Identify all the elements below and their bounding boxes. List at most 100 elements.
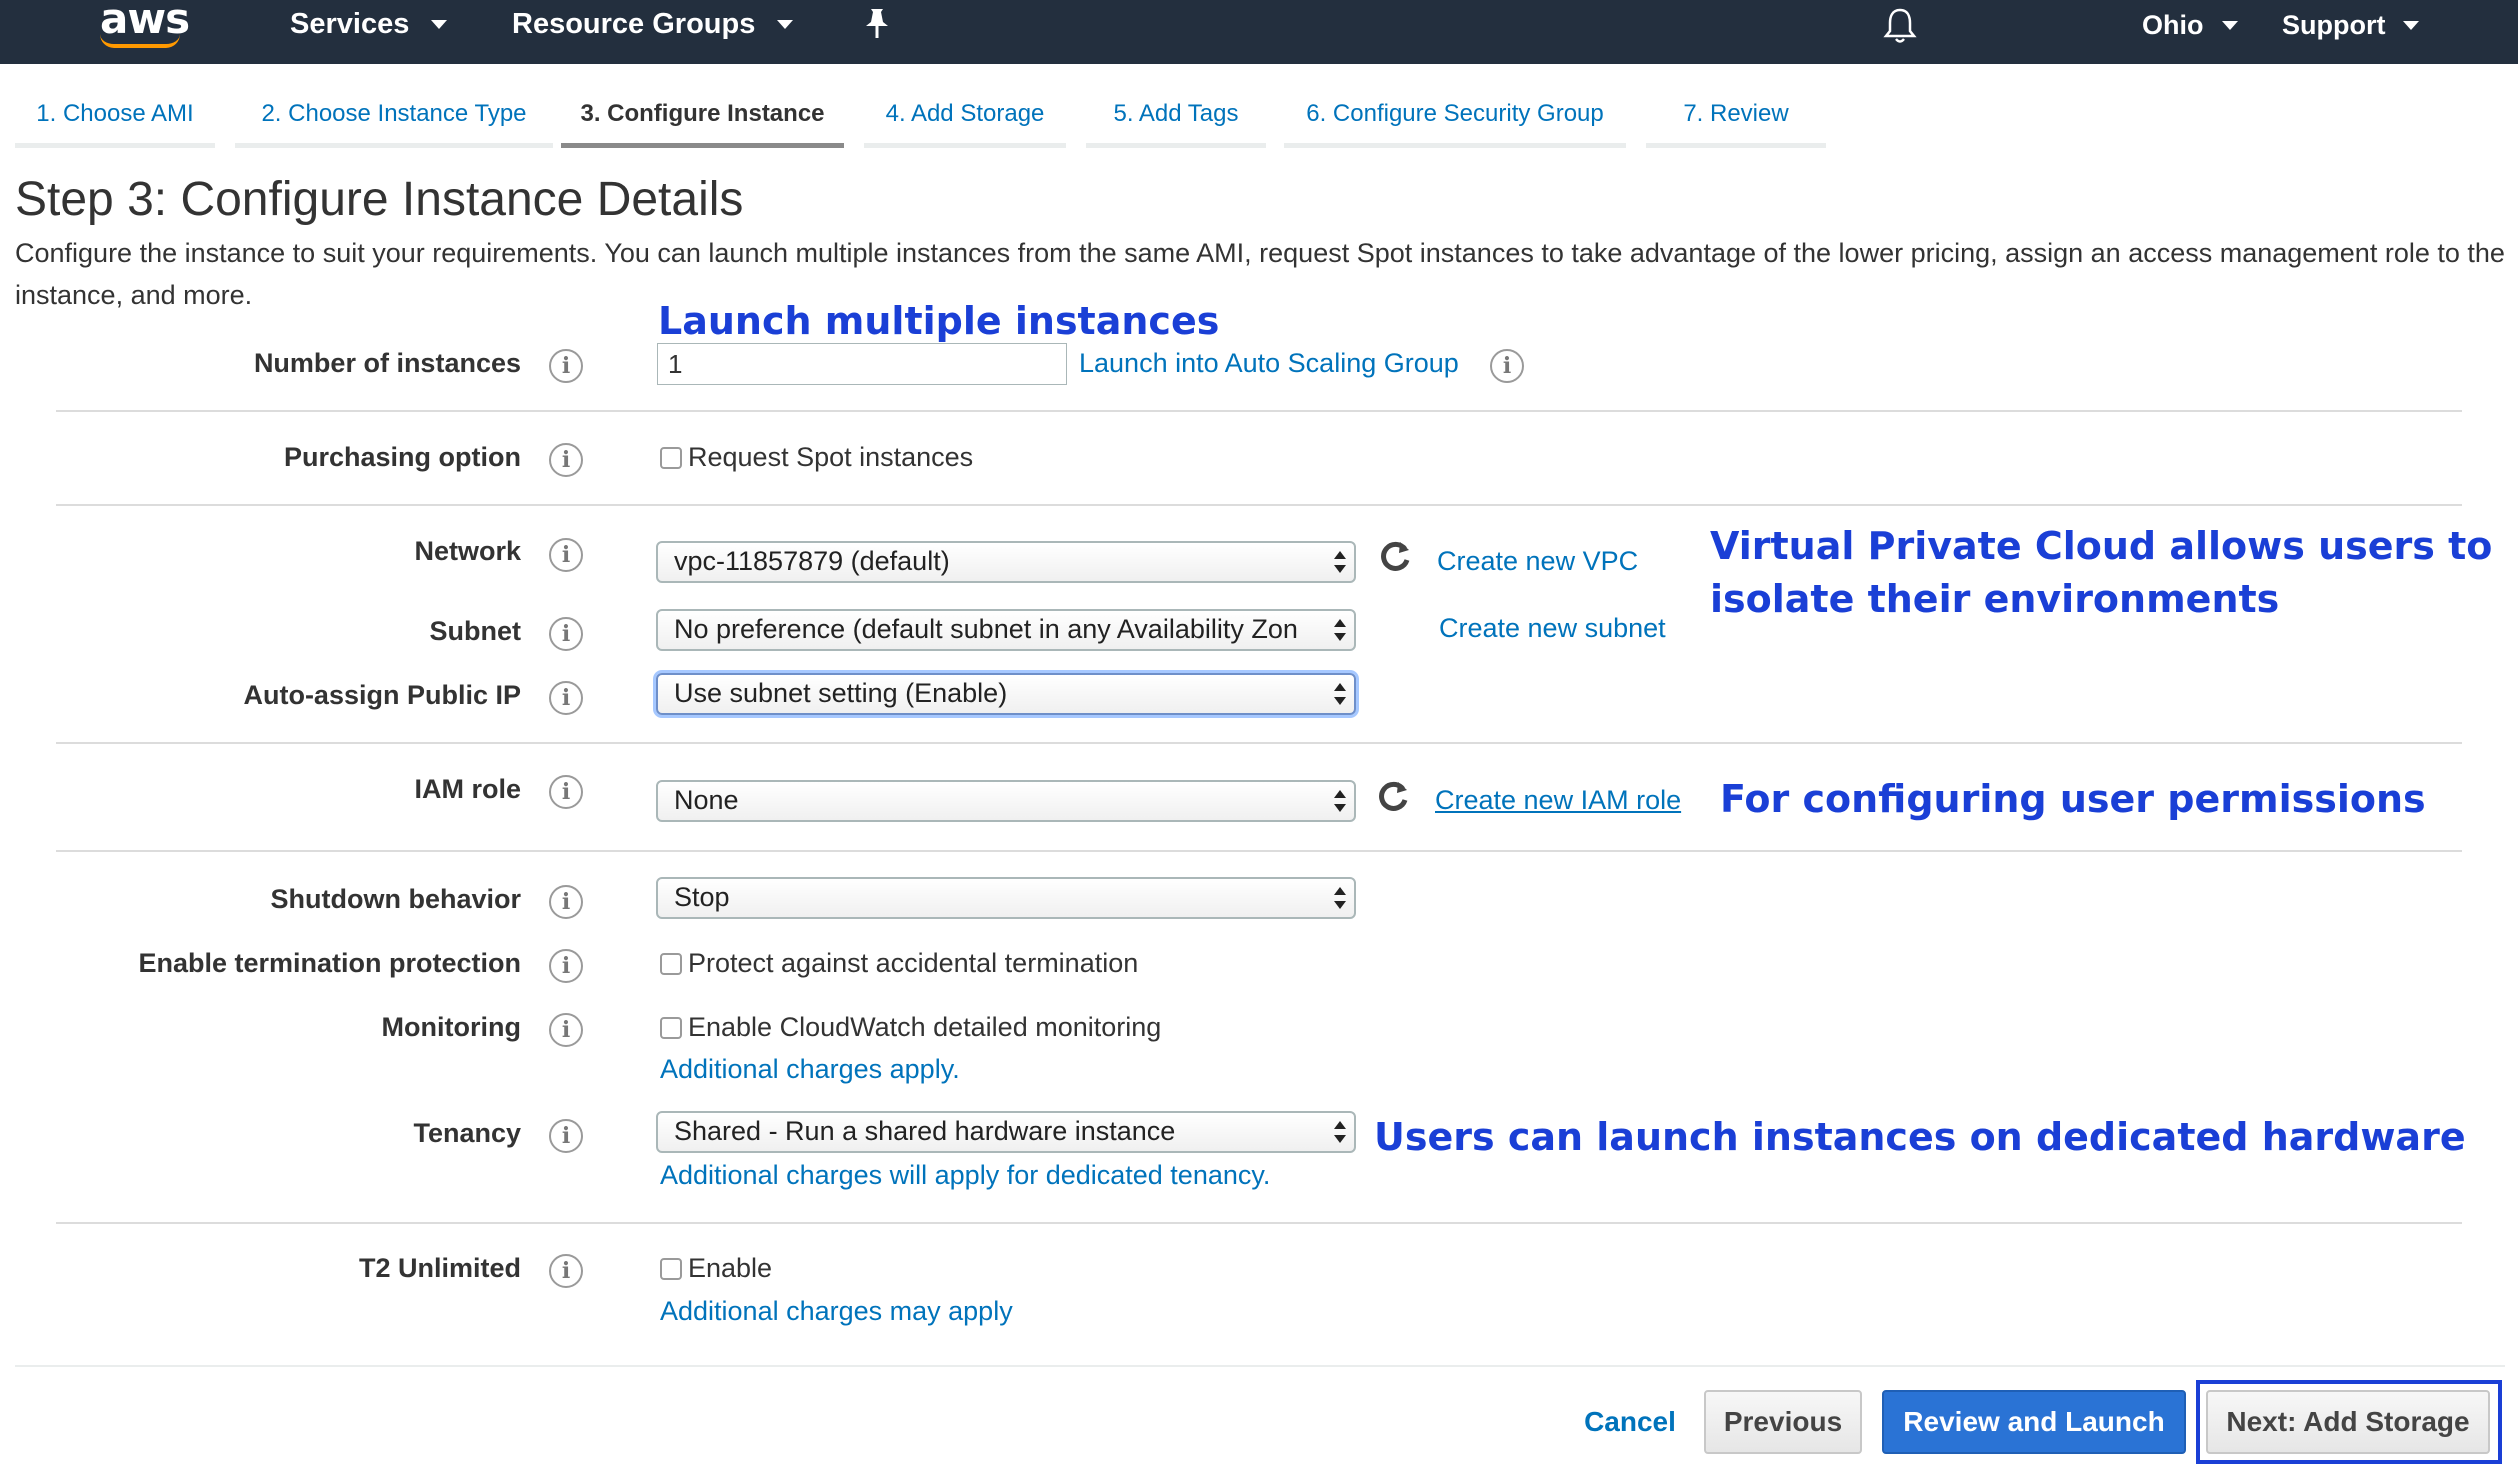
tenancy-select[interactable]: Shared - Run a shared hardware instance [656, 1111, 1356, 1153]
info-icon[interactable]: i [549, 1013, 583, 1047]
divider [56, 742, 2462, 744]
info-icon[interactable]: i [549, 775, 583, 809]
iam-role-select[interactable]: None [656, 780, 1356, 822]
footer-divider [15, 1365, 2505, 1367]
number-of-instances-input[interactable] [657, 343, 1067, 385]
bell-icon[interactable] [1882, 6, 1918, 46]
select-arrows-icon [1334, 1119, 1346, 1145]
top-nav-bar: aws Services Resource Groups Ohio Suppor… [0, 0, 2518, 64]
pin-icon[interactable] [862, 6, 892, 50]
request-spot-checkbox-row[interactable]: Request Spot instances [660, 442, 973, 473]
info-icon[interactable]: i [549, 681, 583, 715]
termination-protection-checkbox-row[interactable]: Protect against accidental termination [660, 948, 1138, 979]
info-icon[interactable]: i [549, 1119, 583, 1153]
create-new-iam-role-link[interactable]: Create new IAM role [1435, 785, 1681, 816]
label-monitoring: Monitoring [381, 1012, 521, 1042]
review-and-launch-button[interactable]: Review and Launch [1882, 1390, 2186, 1454]
network-select-value: vpc-11857879 (default) [674, 546, 950, 576]
chevron-down-icon [2221, 21, 2238, 30]
region-selector[interactable]: Ohio [2142, 10, 2238, 41]
label-subnet: Subnet [429, 616, 522, 646]
chevron-down-icon [2403, 21, 2420, 30]
region-label: Ohio [2142, 10, 2204, 40]
label-t2-unlimited: T2 Unlimited [358, 1253, 521, 1283]
divider [56, 850, 2462, 852]
services-menu[interactable]: Services [290, 8, 448, 41]
info-icon[interactable]: i [549, 617, 583, 651]
label-shutdown-behavior: Shutdown behavior [270, 884, 521, 914]
refresh-icon[interactable] [1376, 538, 1414, 576]
label-termination-protection: Enable termination protection [138, 948, 521, 978]
info-icon[interactable]: i [549, 885, 583, 919]
label-number-of-instances: Number of instances [253, 348, 521, 378]
annotation-vpc-line1: Virtual Private Cloud allows users to [1710, 524, 2493, 568]
info-icon[interactable]: i [549, 538, 583, 572]
aws-logo-smile [100, 34, 180, 48]
tab-choose-instance-type[interactable]: 2. Choose Instance Type [235, 96, 553, 148]
request-spot-checkbox[interactable] [660, 446, 682, 469]
t2-charges-link[interactable]: Additional charges may apply [660, 1296, 1013, 1327]
info-icon[interactable]: i [1490, 349, 1524, 383]
tab-configure-security-group[interactable]: 6. Configure Security Group [1284, 96, 1626, 148]
cloudwatch-checkbox-row[interactable]: Enable CloudWatch detailed monitoring [660, 1012, 1161, 1043]
label-iam-role: IAM role [414, 774, 521, 804]
subnet-select-value: No preference (default subnet in any Ava… [674, 614, 1298, 644]
refresh-icon[interactable] [1374, 778, 1412, 816]
chevron-down-icon [777, 20, 794, 29]
info-icon[interactable]: i [549, 349, 583, 383]
iam-role-select-value: None [674, 785, 739, 815]
cloudwatch-label: Enable CloudWatch detailed monitoring [688, 1012, 1162, 1042]
cloudwatch-checkbox[interactable] [660, 1016, 682, 1039]
info-icon[interactable]: i [549, 949, 583, 983]
termination-protection-label: Protect against accidental termination [688, 948, 1139, 978]
annotation-launch-multiple: Launch multiple instances [658, 299, 1220, 343]
page-description: Configure the instance to suit your requ… [15, 238, 2505, 310]
tab-add-storage[interactable]: 4. Add Storage [864, 96, 1066, 148]
t2-unlimited-checkbox[interactable] [660, 1257, 682, 1280]
resource-groups-label: Resource Groups [512, 8, 756, 40]
create-new-vpc-link[interactable]: Create new VPC [1437, 546, 1638, 577]
divider [56, 504, 2462, 506]
shutdown-behavior-select[interactable]: Stop [656, 877, 1356, 919]
cancel-button[interactable]: Cancel [1572, 1390, 1688, 1454]
chevron-down-icon [431, 20, 448, 29]
divider [56, 410, 2462, 412]
previous-button[interactable]: Previous [1704, 1390, 1862, 1454]
info-icon[interactable]: i [549, 1254, 583, 1288]
label-tenancy: Tenancy [413, 1118, 521, 1148]
divider [56, 1222, 2462, 1224]
annotation-iam: For configuring user permissions [1720, 777, 2426, 821]
select-arrows-icon [1334, 617, 1346, 643]
tenancy-select-value: Shared - Run a shared hardware instance [674, 1116, 1176, 1146]
annotation-vpc-line2: isolate their environments [1710, 577, 2280, 621]
support-label: Support [2282, 10, 2386, 40]
select-arrows-icon [1334, 681, 1346, 707]
annotation-tenancy: Users can launch instances on dedicated … [1374, 1115, 2466, 1159]
termination-protection-checkbox[interactable] [660, 952, 682, 975]
label-auto-assign-public-ip: Auto-assign Public IP [243, 680, 521, 710]
network-select[interactable]: vpc-11857879 (default) [656, 541, 1356, 583]
subnet-select[interactable]: No preference (default subnet in any Ava… [656, 609, 1356, 651]
monitoring-charges-link[interactable]: Additional charges apply. [660, 1054, 960, 1085]
label-network: Network [414, 536, 521, 566]
support-menu[interactable]: Support [2282, 10, 2420, 41]
select-arrows-icon [1334, 788, 1346, 814]
services-label: Services [290, 8, 410, 40]
auto-assign-ip-select[interactable]: Use subnet setting (Enable) [656, 673, 1356, 715]
tab-add-tags[interactable]: 5. Add Tags [1086, 96, 1266, 148]
tenancy-charges-link[interactable]: Additional charges will apply for dedica… [660, 1160, 1270, 1191]
tab-choose-ami[interactable]: 1. Choose AMI [15, 96, 215, 148]
shutdown-behavior-select-value: Stop [674, 882, 730, 912]
next-add-storage-button[interactable]: Next: Add Storage [2206, 1390, 2490, 1454]
t2-unlimited-checkbox-row[interactable]: Enable [660, 1253, 772, 1284]
create-new-subnet-link[interactable]: Create new subnet [1439, 613, 1666, 644]
label-purchasing-option: Purchasing option [283, 442, 521, 472]
page-title: Step 3: Configure Instance Details [15, 173, 744, 226]
t2-unlimited-label: Enable [688, 1253, 773, 1283]
launch-auto-scaling-link[interactable]: Launch into Auto Scaling Group [1079, 348, 1459, 379]
tab-review[interactable]: 7. Review [1646, 96, 1826, 148]
tab-configure-instance[interactable]: 3. Configure Instance [561, 96, 844, 148]
select-arrows-icon [1334, 885, 1346, 911]
resource-groups-menu[interactable]: Resource Groups [512, 8, 794, 41]
info-icon[interactable]: i [549, 443, 583, 477]
